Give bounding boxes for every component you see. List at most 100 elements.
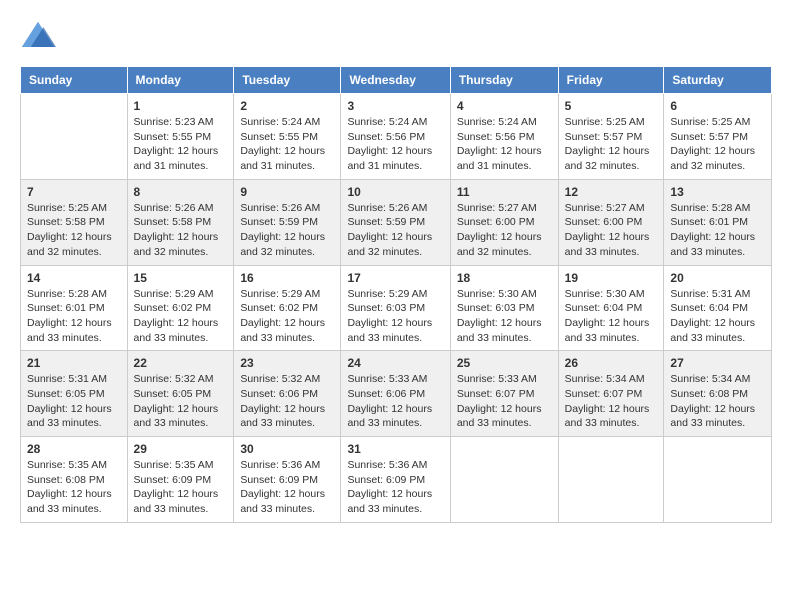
day-info: Sunrise: 5:35 AM Sunset: 6:09 PM Dayligh… bbox=[134, 458, 228, 517]
day-info: Sunrise: 5:27 AM Sunset: 6:00 PM Dayligh… bbox=[565, 201, 658, 260]
day-info: Sunrise: 5:25 AM Sunset: 5:57 PM Dayligh… bbox=[670, 115, 765, 174]
day-info: Sunrise: 5:30 AM Sunset: 6:03 PM Dayligh… bbox=[457, 287, 552, 346]
calendar-day-6: 6 Sunrise: 5:25 AM Sunset: 5:57 PM Daylig… bbox=[664, 94, 772, 180]
day-info: Sunrise: 5:26 AM Sunset: 5:59 PM Dayligh… bbox=[347, 201, 443, 260]
day-info: Sunrise: 5:35 AM Sunset: 6:08 PM Dayligh… bbox=[27, 458, 121, 517]
calendar-day-12: 12 Sunrise: 5:27 AM Sunset: 6:00 PM Dayli… bbox=[558, 179, 664, 265]
day-info: Sunrise: 5:32 AM Sunset: 6:06 PM Dayligh… bbox=[240, 372, 334, 431]
day-info: Sunrise: 5:33 AM Sunset: 6:06 PM Dayligh… bbox=[347, 372, 443, 431]
calendar-day-9: 9Sunrise: 5:26 AM Sunset: 5:59 PM Daylig… bbox=[234, 179, 341, 265]
day-info: Sunrise: 5:34 AM Sunset: 6:08 PM Dayligh… bbox=[670, 372, 765, 431]
logo-icon bbox=[20, 20, 56, 56]
day-info: Sunrise: 5:34 AM Sunset: 6:07 PM Dayligh… bbox=[565, 372, 658, 431]
calendar-week-row-5: 28 Sunrise: 5:35 AM Sunset: 6:08 PM Dayli… bbox=[21, 437, 772, 523]
day-info: Sunrise: 5:29 AM Sunset: 6:03 PM Dayligh… bbox=[347, 287, 443, 346]
day-number: 1 bbox=[134, 99, 228, 113]
day-number: 13 bbox=[670, 185, 765, 199]
calendar-day-10: 10 Sunrise: 5:26 AM Sunset: 5:59 PM Dayli… bbox=[341, 179, 450, 265]
day-number: 20 bbox=[670, 271, 765, 285]
day-number: 7 bbox=[27, 185, 121, 199]
day-info: Sunrise: 5:33 AM Sunset: 6:07 PM Dayligh… bbox=[457, 372, 552, 431]
calendar-week-row-4: 21 Sunrise: 5:31 AM Sunset: 6:05 PM Dayli… bbox=[21, 351, 772, 437]
calendar-day-17: 17 Sunrise: 5:29 AM Sunset: 6:03 PM Dayli… bbox=[341, 265, 450, 351]
calendar-day-18: 18 Sunrise: 5:30 AM Sunset: 6:03 PM Dayli… bbox=[450, 265, 558, 351]
day-info: Sunrise: 5:26 AM Sunset: 5:59 PM Dayligh… bbox=[240, 201, 334, 260]
day-info: Sunrise: 5:29 AM Sunset: 6:02 PM Dayligh… bbox=[134, 287, 228, 346]
calendar-day-5: 5Sunrise: 5:25 AM Sunset: 5:57 PM Daylig… bbox=[558, 94, 664, 180]
weekday-header-friday: Friday bbox=[558, 67, 664, 94]
calendar-day-28: 28 Sunrise: 5:35 AM Sunset: 6:08 PM Dayli… bbox=[21, 437, 128, 523]
calendar-day-22: 22 Sunrise: 5:32 AM Sunset: 6:05 PM Dayli… bbox=[127, 351, 234, 437]
calendar-day-20: 20 Sunrise: 5:31 AM Sunset: 6:04 PM Dayli… bbox=[664, 265, 772, 351]
calendar-day-30: 30Sunrise: 5:36 AM Sunset: 6:09 PM Dayli… bbox=[234, 437, 341, 523]
day-info: Sunrise: 5:27 AM Sunset: 6:00 PM Dayligh… bbox=[457, 201, 552, 260]
calendar-header-row: SundayMondayTuesdayWednesdayThursdayFrid… bbox=[21, 67, 772, 94]
day-info: Sunrise: 5:25 AM Sunset: 5:57 PM Dayligh… bbox=[565, 115, 658, 174]
day-number: 25 bbox=[457, 356, 552, 370]
day-number: 12 bbox=[565, 185, 658, 199]
day-number: 27 bbox=[670, 356, 765, 370]
day-info: Sunrise: 5:24 AM Sunset: 5:56 PM Dayligh… bbox=[347, 115, 443, 174]
day-info: Sunrise: 5:31 AM Sunset: 6:05 PM Dayligh… bbox=[27, 372, 121, 431]
weekday-header-tuesday: Tuesday bbox=[234, 67, 341, 94]
day-info: Sunrise: 5:30 AM Sunset: 6:04 PM Dayligh… bbox=[565, 287, 658, 346]
weekday-header-saturday: Saturday bbox=[664, 67, 772, 94]
calendar-day-3: 3Sunrise: 5:24 AM Sunset: 5:56 PM Daylig… bbox=[341, 94, 450, 180]
day-info: Sunrise: 5:25 AM Sunset: 5:58 PM Dayligh… bbox=[27, 201, 121, 260]
day-number: 30 bbox=[240, 442, 334, 456]
weekday-header-sunday: Sunday bbox=[21, 67, 128, 94]
day-info: Sunrise: 5:31 AM Sunset: 6:04 PM Dayligh… bbox=[670, 287, 765, 346]
day-number: 23 bbox=[240, 356, 334, 370]
day-number: 17 bbox=[347, 271, 443, 285]
day-info: Sunrise: 5:23 AM Sunset: 5:55 PM Dayligh… bbox=[134, 115, 228, 174]
calendar-day-2: 2Sunrise: 5:24 AM Sunset: 5:55 PM Daylig… bbox=[234, 94, 341, 180]
calendar-day-31: 31 Sunrise: 5:36 AM Sunset: 6:09 PM Dayli… bbox=[341, 437, 450, 523]
calendar-day-empty bbox=[558, 437, 664, 523]
calendar-day-empty bbox=[450, 437, 558, 523]
day-number: 19 bbox=[565, 271, 658, 285]
calendar-day-25: 25 Sunrise: 5:33 AM Sunset: 6:07 PM Dayli… bbox=[450, 351, 558, 437]
calendar-day-23: 23 Sunrise: 5:32 AM Sunset: 6:06 PM Dayli… bbox=[234, 351, 341, 437]
day-number: 24 bbox=[347, 356, 443, 370]
calendar-day-14: 14 Sunrise: 5:28 AM Sunset: 6:01 PM Dayli… bbox=[21, 265, 128, 351]
calendar-day-8: 8 Sunrise: 5:26 AM Sunset: 5:58 PM Daylig… bbox=[127, 179, 234, 265]
calendar-week-row-1: 1 Sunrise: 5:23 AM Sunset: 5:55 PM Daylig… bbox=[21, 94, 772, 180]
day-info: Sunrise: 5:36 AM Sunset: 6:09 PM Dayligh… bbox=[347, 458, 443, 517]
day-info: Sunrise: 5:26 AM Sunset: 5:58 PM Dayligh… bbox=[134, 201, 228, 260]
calendar-week-row-3: 14 Sunrise: 5:28 AM Sunset: 6:01 PM Dayli… bbox=[21, 265, 772, 351]
weekday-header-thursday: Thursday bbox=[450, 67, 558, 94]
calendar-day-26: 26Sunrise: 5:34 AM Sunset: 6:07 PM Dayli… bbox=[558, 351, 664, 437]
calendar-day-27: 27 Sunrise: 5:34 AM Sunset: 6:08 PM Dayli… bbox=[664, 351, 772, 437]
day-number: 4 bbox=[457, 99, 552, 113]
calendar-week-row-2: 7 Sunrise: 5:25 AM Sunset: 5:58 PM Daylig… bbox=[21, 179, 772, 265]
weekday-header-monday: Monday bbox=[127, 67, 234, 94]
day-number: 22 bbox=[134, 356, 228, 370]
day-number: 8 bbox=[134, 185, 228, 199]
day-info: Sunrise: 5:28 AM Sunset: 6:01 PM Dayligh… bbox=[27, 287, 121, 346]
weekday-header-wednesday: Wednesday bbox=[341, 67, 450, 94]
day-info: Sunrise: 5:32 AM Sunset: 6:05 PM Dayligh… bbox=[134, 372, 228, 431]
calendar-day-16: 16Sunrise: 5:29 AM Sunset: 6:02 PM Dayli… bbox=[234, 265, 341, 351]
calendar-day-29: 29 Sunrise: 5:35 AM Sunset: 6:09 PM Dayli… bbox=[127, 437, 234, 523]
day-number: 28 bbox=[27, 442, 121, 456]
day-number: 21 bbox=[27, 356, 121, 370]
day-number: 31 bbox=[347, 442, 443, 456]
page-header bbox=[20, 20, 772, 56]
calendar-day-15: 15 Sunrise: 5:29 AM Sunset: 6:02 PM Dayli… bbox=[127, 265, 234, 351]
calendar-day-4: 4Sunrise: 5:24 AM Sunset: 5:56 PM Daylig… bbox=[450, 94, 558, 180]
logo bbox=[20, 20, 62, 56]
day-number: 29 bbox=[134, 442, 228, 456]
day-number: 2 bbox=[240, 99, 334, 113]
calendar-table: SundayMondayTuesdayWednesdayThursdayFrid… bbox=[20, 66, 772, 523]
calendar-day-19: 19 Sunrise: 5:30 AM Sunset: 6:04 PM Dayli… bbox=[558, 265, 664, 351]
day-info: Sunrise: 5:28 AM Sunset: 6:01 PM Dayligh… bbox=[670, 201, 765, 260]
calendar-day-13: 13 Sunrise: 5:28 AM Sunset: 6:01 PM Dayli… bbox=[664, 179, 772, 265]
calendar-day-empty bbox=[21, 94, 128, 180]
day-number: 18 bbox=[457, 271, 552, 285]
day-number: 10 bbox=[347, 185, 443, 199]
calendar-day-1: 1 Sunrise: 5:23 AM Sunset: 5:55 PM Daylig… bbox=[127, 94, 234, 180]
day-number: 15 bbox=[134, 271, 228, 285]
day-number: 6 bbox=[670, 99, 765, 113]
day-number: 16 bbox=[240, 271, 334, 285]
day-number: 14 bbox=[27, 271, 121, 285]
